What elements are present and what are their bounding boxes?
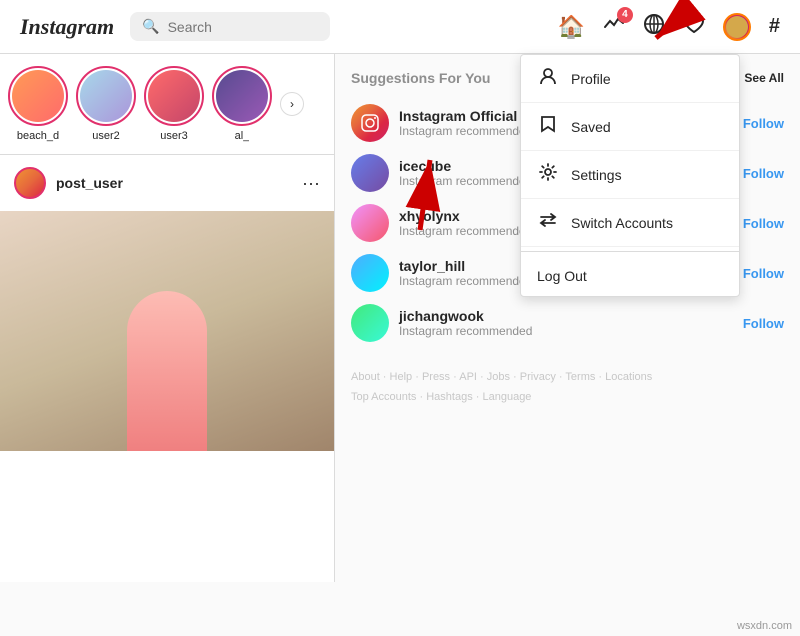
suggestions-title: Suggestions For You <box>351 70 491 86</box>
follow-button[interactable]: Follow <box>743 216 784 231</box>
story-avatar <box>8 66 68 126</box>
story-label: user3 <box>160 130 188 142</box>
suggestion-sub: Instagram recommended <box>399 324 733 338</box>
footer-press[interactable]: Press <box>422 371 450 383</box>
story-avatar-image <box>216 70 268 122</box>
footer-api[interactable]: API <box>459 371 477 383</box>
left-panel: beach_d user2 user3 al_ › <box>0 54 335 582</box>
profile-label: Profile <box>571 71 611 87</box>
post-area: post_user ··· <box>0 155 334 451</box>
header-nav: 🏠 4 # <box>557 13 780 41</box>
dropdown-profile-item[interactable]: Profile <box>521 55 739 103</box>
footer-terms[interactable]: Terms <box>565 371 595 383</box>
switch-icon <box>537 211 559 234</box>
suggestion-avatar <box>351 254 389 292</box>
activity-icon[interactable]: 4 <box>603 13 625 41</box>
search-icon: 🔍 <box>142 18 159 35</box>
dropdown-logout-item[interactable]: Log Out <box>521 256 739 296</box>
post-header: post_user ··· <box>0 155 334 211</box>
post-image <box>0 211 334 451</box>
explore-icon[interactable] <box>643 13 665 41</box>
suggestion-avatar <box>351 104 389 142</box>
heart-icon[interactable] <box>683 13 705 41</box>
follow-button[interactable]: Follow <box>743 266 784 281</box>
story-item[interactable]: user3 <box>144 66 204 142</box>
stories-row: beach_d user2 user3 al_ › <box>0 54 334 155</box>
footer-locations[interactable]: Locations <box>605 371 652 383</box>
notification-badge: 4 <box>617 7 633 23</box>
logout-label: Log Out <box>537 268 587 284</box>
story-avatar <box>144 66 204 126</box>
post-avatar <box>14 167 46 199</box>
follow-button[interactable]: Follow <box>743 116 784 131</box>
footer-hashtags[interactable]: Hashtags <box>426 391 472 403</box>
story-label: al_ <box>235 130 250 142</box>
follow-button[interactable]: Follow <box>743 166 784 181</box>
saved-icon <box>537 115 559 138</box>
post-user-info: post_user <box>14 167 123 199</box>
footer-row-2: Top Accounts · Hashtags · Language <box>351 388 784 408</box>
header: Instagram 🔍 🏠 4 <box>0 0 800 54</box>
profile-icon <box>537 67 559 90</box>
story-label: user2 <box>92 130 120 142</box>
dropdown-settings-item[interactable]: Settings <box>521 151 739 199</box>
story-avatar-image <box>80 70 132 122</box>
dropdown-switch-item[interactable]: Switch Accounts <box>521 199 739 247</box>
see-all-button[interactable]: See All <box>744 71 784 85</box>
footer-links: About · Help · Press · API · Jobs · Priv… <box>351 368 784 408</box>
dropdown-saved-item[interactable]: Saved <box>521 103 739 151</box>
footer-language[interactable]: Language <box>482 391 531 403</box>
story-avatar-image <box>12 70 64 122</box>
profile-avatar-button[interactable] <box>723 13 751 41</box>
story-item[interactable]: beach_d <box>8 66 68 142</box>
search-bar[interactable]: 🔍 <box>130 12 330 41</box>
post-more-button[interactable]: ··· <box>302 173 320 194</box>
story-item[interactable]: al_ <box>212 66 272 142</box>
suggestion-avatar <box>351 154 389 192</box>
suggestion-info: jichangwook Instagram recommended <box>399 308 733 338</box>
avatar-image <box>726 16 748 38</box>
header-left: Instagram 🔍 <box>20 12 330 41</box>
watermark: wsxdn.com <box>737 620 792 632</box>
footer-privacy[interactable]: Privacy <box>520 371 556 383</box>
story-avatar <box>212 66 272 126</box>
follow-button[interactable]: Follow <box>743 316 784 331</box>
story-item[interactable]: user2 <box>76 66 136 142</box>
story-avatar <box>76 66 136 126</box>
profile-dropdown: Profile Saved Settings Switch Accounts L <box>520 54 740 297</box>
footer-jobs[interactable]: Jobs <box>487 371 510 383</box>
settings-icon <box>537 163 559 186</box>
suggestion-avatar <box>351 304 389 342</box>
search-input[interactable] <box>168 19 319 35</box>
home-icon[interactable]: 🏠 <box>557 14 584 40</box>
footer-top-accounts[interactable]: Top Accounts <box>351 391 416 403</box>
stories-next-button[interactable]: › <box>280 92 304 116</box>
dropdown-divider <box>521 251 739 252</box>
footer-row-1: About · Help · Press · API · Jobs · Priv… <box>351 368 784 388</box>
suggestion-username: jichangwook <box>399 308 733 324</box>
saved-label: Saved <box>571 119 611 135</box>
post-figure <box>127 291 207 451</box>
footer-help[interactable]: Help <box>390 371 413 383</box>
story-label: beach_d <box>17 130 59 142</box>
switch-label: Switch Accounts <box>571 215 673 231</box>
suggestion-avatar <box>351 204 389 242</box>
story-avatar-image <box>148 70 200 122</box>
hashtag-icon[interactable]: # <box>769 15 780 38</box>
instagram-logo: Instagram <box>20 14 114 40</box>
footer-about[interactable]: About <box>351 371 380 383</box>
settings-label: Settings <box>571 167 622 183</box>
post-username: post_user <box>56 175 123 191</box>
suggestion-row: jichangwook Instagram recommended Follow <box>351 298 784 348</box>
